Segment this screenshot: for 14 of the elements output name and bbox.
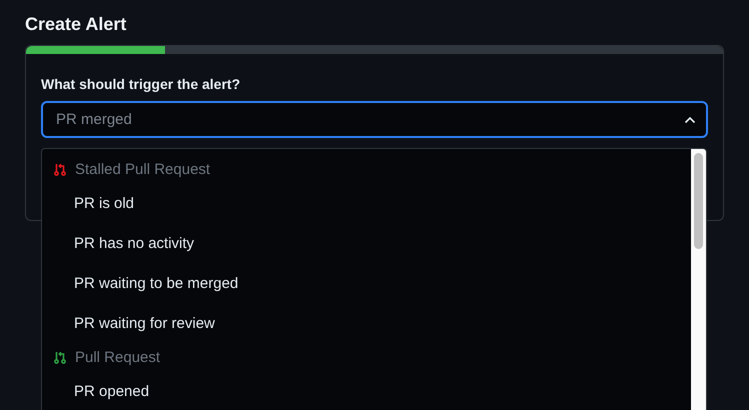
group-heading: Pull Request [75, 348, 160, 366]
menu-option[interactable]: PR is old [42, 183, 691, 223]
menu-option[interactable]: PR waiting for review [42, 303, 691, 343]
menu-option[interactable]: PR opened [42, 371, 691, 410]
group-heading: Stalled Pull Request [75, 160, 210, 178]
caret-icon [684, 116, 696, 124]
field-label: What should trigger the alert? [41, 76, 242, 92]
scrollbar-thumb[interactable] [694, 153, 703, 249]
trigger-select[interactable]: PR merged [41, 101, 708, 138]
page-title: Create Alert [25, 13, 128, 35]
menu-option[interactable]: PR waiting to be merged [42, 263, 691, 303]
menu-option[interactable]: PR has no activity [42, 223, 691, 263]
select-placeholder: PR merged [56, 111, 132, 128]
scrollbar[interactable] [691, 149, 706, 410]
